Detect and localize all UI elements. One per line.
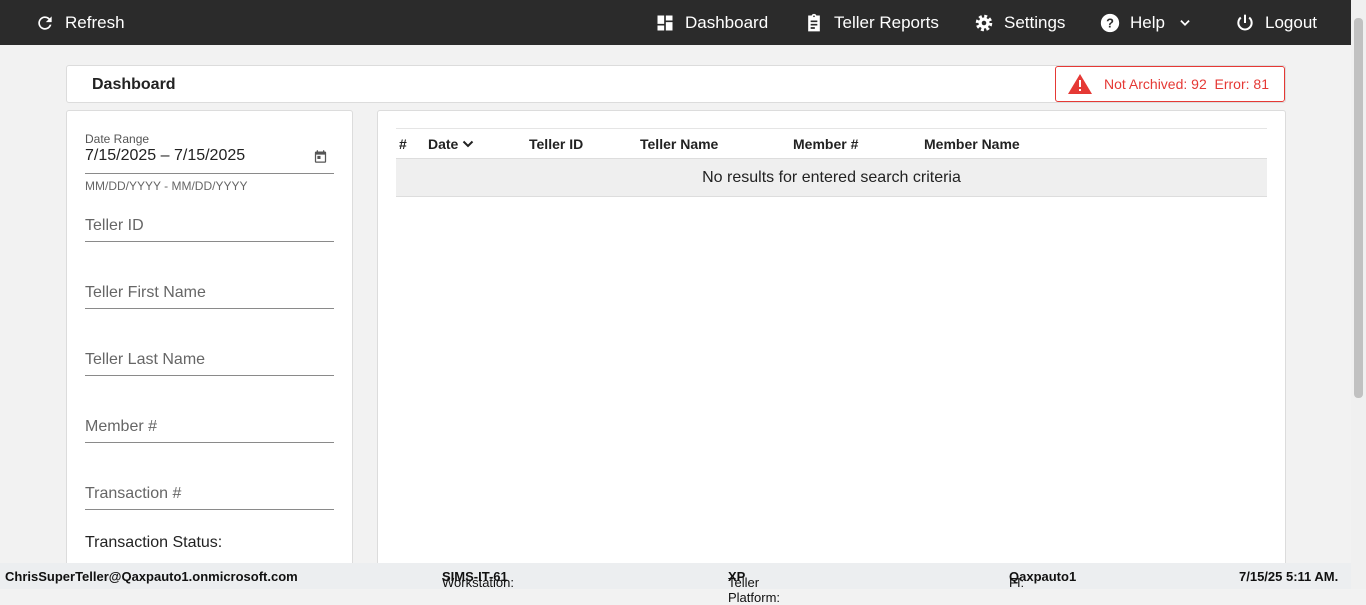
teller-id-input[interactable]: Teller ID — [85, 217, 334, 242]
nav-dashboard[interactable]: Dashboard — [654, 0, 768, 45]
not-archived-count: Not Archived: 92 — [1104, 76, 1207, 92]
vertical-scrollbar[interactable] — [1351, 0, 1366, 589]
nav-logout[interactable]: Logout — [1234, 0, 1317, 45]
teller-last-name-input[interactable]: Teller Last Name — [85, 351, 334, 376]
date-hint: MM/DD/YYYY - MM/DD/YYYY — [85, 179, 248, 193]
refresh-icon — [34, 12, 56, 34]
nav-teller-reports[interactable]: Teller Reports — [803, 0, 939, 45]
workstation-label: Workstation: — [442, 575, 515, 590]
column-member-number[interactable]: Member # — [793, 136, 858, 152]
chevron-down-icon — [1174, 12, 1196, 34]
logout-label: Logout — [1265, 12, 1317, 32]
transaction-number-input[interactable]: Transaction # — [85, 485, 334, 510]
column-teller-name[interactable]: Teller Name — [640, 136, 718, 152]
empty-results-message: No results for entered search criteria — [396, 159, 1267, 197]
teller-reports-label: Teller Reports — [834, 12, 939, 32]
clipboard-icon — [803, 12, 825, 34]
power-icon — [1234, 12, 1256, 34]
settings-label: Settings — [1004, 12, 1066, 32]
error-count: Error: 81 — [1214, 76, 1269, 92]
transaction-status-label: Transaction Status: — [85, 534, 223, 551]
refresh-button[interactable]: Refresh — [34, 0, 125, 45]
fi-label: FI: — [1009, 575, 1025, 590]
date-range-input[interactable]: 7/15/2025 – 7/15/2025 — [85, 147, 334, 174]
archive-alert-badge[interactable]: Not Archived: 92 Error: 81 — [1055, 66, 1285, 102]
page-title: Dashboard — [92, 76, 176, 93]
dashboard-icon — [654, 12, 676, 34]
scrollbar-thumb[interactable] — [1354, 18, 1363, 398]
column-date-label: Date — [428, 136, 459, 152]
dashboard-label: Dashboard — [685, 12, 769, 32]
status-user: ChrisSuperTeller@Qaxpauto1.onmicrosoft.c… — [5, 569, 298, 584]
column-member-name[interactable]: Member Name — [924, 136, 1020, 152]
member-number-input[interactable]: Member # — [85, 418, 334, 443]
nav-help[interactable]: ? Help — [1099, 0, 1196, 45]
sort-down-icon — [463, 140, 474, 148]
status-datetime: 7/15/25 5:11 AM. — [1239, 569, 1339, 584]
column-teller-id[interactable]: Teller ID — [529, 136, 583, 152]
date-range-label: Date Range — [85, 132, 150, 146]
teller-first-name-input[interactable]: Teller First Name — [85, 284, 334, 309]
nav-settings[interactable]: Settings — [973, 0, 1065, 45]
calendar-icon[interactable] — [313, 149, 328, 164]
column-number: # — [399, 136, 407, 152]
svg-text:?: ? — [1106, 15, 1114, 30]
platform-label: Teller Platform: — [728, 575, 781, 605]
column-date[interactable]: Date — [428, 136, 474, 152]
help-icon: ? — [1099, 12, 1121, 34]
warning-icon — [1068, 74, 1092, 94]
top-nav-bar: Refresh Dashboard Teller Reports Setting… — [0, 0, 1351, 45]
help-label: Help — [1130, 12, 1165, 32]
status-bar: ChrisSuperTeller@Qaxpauto1.onmicrosoft.c… — [0, 563, 1351, 605]
refresh-label: Refresh — [65, 12, 125, 32]
gear-icon — [973, 12, 995, 34]
date-range-value: 7/15/2025 – 7/15/2025 — [85, 147, 246, 164]
